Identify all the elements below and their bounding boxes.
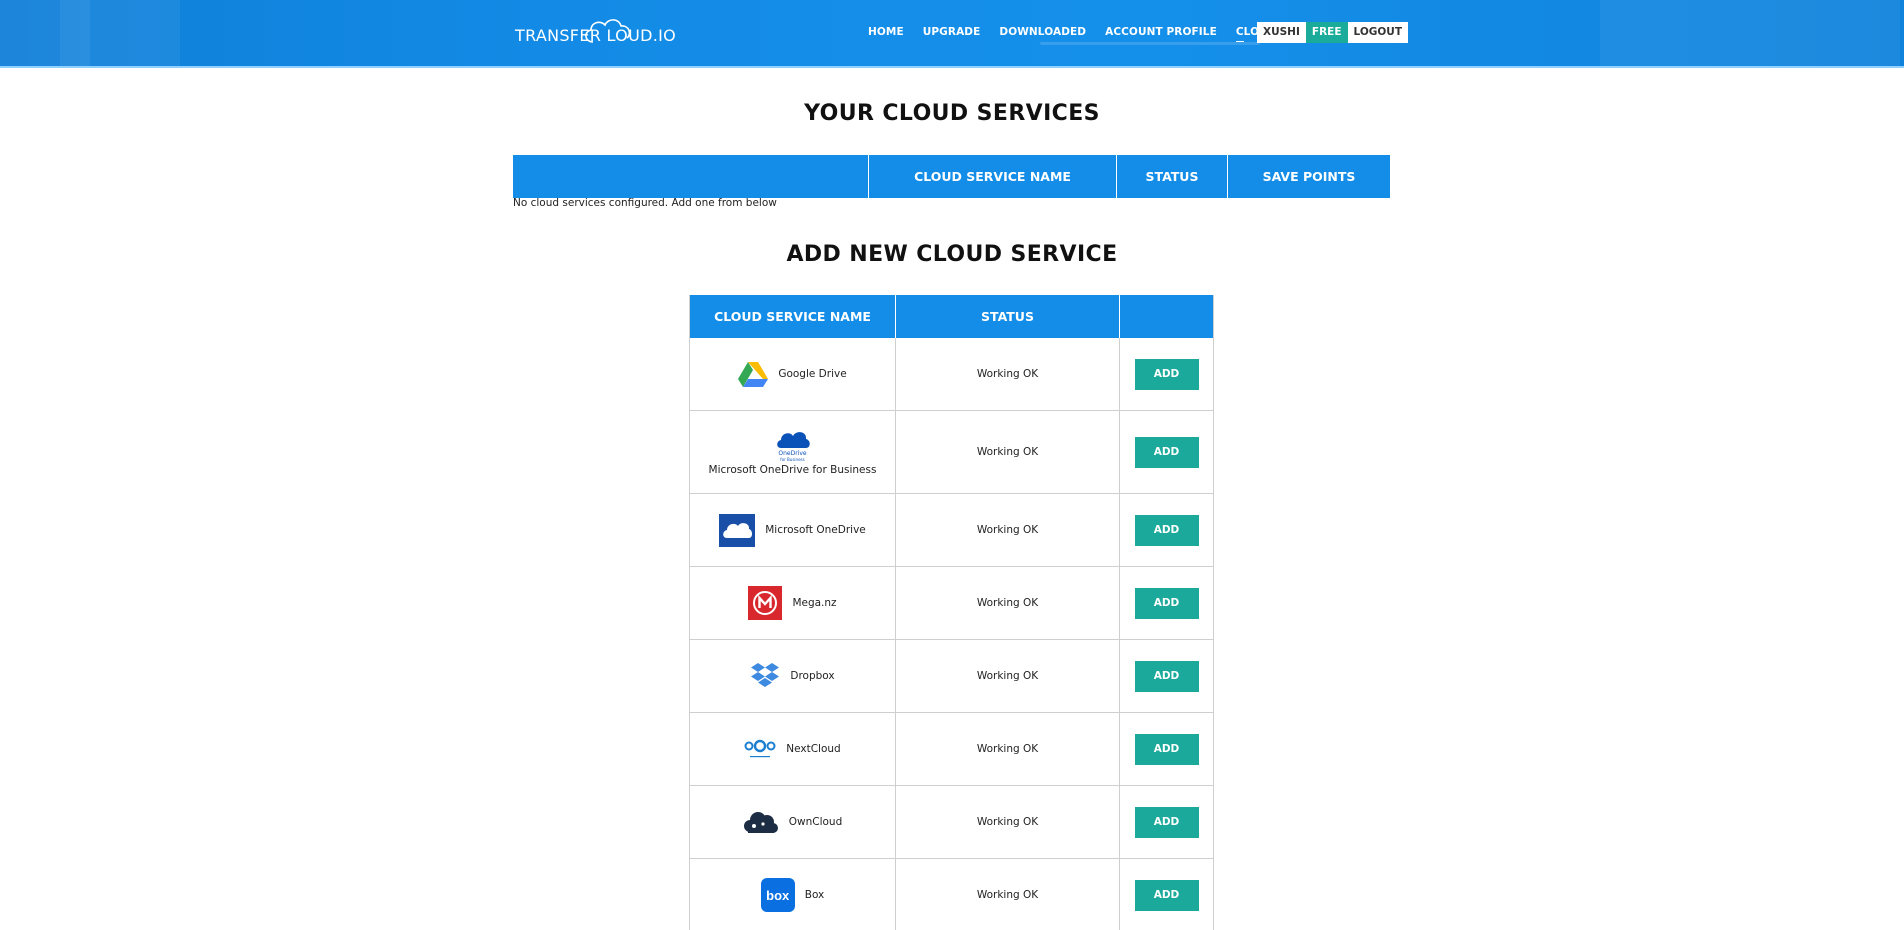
logo-text: TRANSFER LOUD.IO xyxy=(515,26,676,45)
nav-downloaded[interactable]: DOWNLOADED xyxy=(999,26,1086,38)
service-name: Mega.nz xyxy=(792,597,837,609)
service-action-cell: ADD xyxy=(1119,494,1213,566)
nav-underline-decoration xyxy=(1040,42,1260,45)
user-box: XUSHI FREE LOGOUT xyxy=(1257,22,1408,43)
dropbox-icon xyxy=(750,661,780,691)
service-name: Microsoft OneDrive xyxy=(765,524,866,536)
main-nav: HOME UPGRADE DOWNLOADED ACCOUNT PROFILE … xyxy=(868,26,1303,42)
service-name-cell: Dropbox xyxy=(690,640,895,712)
service-name-cell: NextCloud xyxy=(690,713,895,785)
add-google-drive-button[interactable]: ADD xyxy=(1134,358,1199,390)
service-name: Dropbox xyxy=(790,670,835,682)
service-row-onedrive: Microsoft OneDrive Working OK ADD xyxy=(690,494,1213,567)
logout-link[interactable]: LOGOUT xyxy=(1348,22,1408,43)
service-row-box: box Box Working OK ADD xyxy=(690,859,1213,930)
box-icon: box xyxy=(760,878,795,912)
service-action-cell: ADD xyxy=(1119,640,1213,712)
add-box-button[interactable]: ADD xyxy=(1134,879,1199,911)
column-header-action xyxy=(1119,295,1213,338)
onedrive-icon xyxy=(719,513,756,547)
add-mega-button[interactable]: ADD xyxy=(1134,587,1199,619)
add-cloud-service-title: ADD NEW CLOUD SERVICE xyxy=(786,242,1118,267)
your-cloud-services-title: YOUR CLOUD SERVICES xyxy=(804,101,1100,126)
column-header-save-points: SAVE POINTS xyxy=(1227,155,1390,198)
add-services-table: CLOUD SERVICE NAME STATUS Google Drive W… xyxy=(689,295,1214,930)
owncloud-icon xyxy=(743,810,779,834)
column-header-name: CLOUD SERVICE NAME xyxy=(868,155,1116,198)
service-name-cell: OneDrive for Business Microsoft OneDrive… xyxy=(690,411,895,493)
service-action-cell: ADD xyxy=(1119,859,1213,930)
header-decoration xyxy=(0,0,180,66)
add-onedrive-button[interactable]: ADD xyxy=(1134,514,1199,546)
service-status: Working OK xyxy=(976,670,1039,682)
service-action-cell: ADD xyxy=(1119,338,1213,410)
add-nextcloud-button[interactable]: ADD xyxy=(1134,733,1199,765)
box-icon-label: box xyxy=(766,887,790,903)
service-status-cell: Working OK xyxy=(895,859,1119,930)
service-name: Box xyxy=(804,889,825,901)
onedrive-subcaption: for Business xyxy=(780,457,805,462)
google-drive-icon xyxy=(738,361,769,387)
nextcloud-icon xyxy=(744,737,776,761)
mega-icon xyxy=(748,586,783,620)
service-row-mega: Mega.nz Working OK ADD xyxy=(690,567,1213,640)
username[interactable]: XUSHI xyxy=(1257,22,1306,43)
service-status-cell: Working OK xyxy=(895,494,1119,566)
service-row-nextcloud: NextCloud Working OK ADD xyxy=(690,713,1213,786)
service-status-cell: Working OK xyxy=(895,786,1119,858)
service-status: Working OK xyxy=(976,889,1039,901)
service-status-cell: Working OK xyxy=(895,338,1119,410)
nav-account-profile[interactable]: ACCOUNT PROFILE xyxy=(1105,26,1217,38)
nav-home[interactable]: HOME xyxy=(868,26,904,38)
onedrive-caption: OneDrive xyxy=(778,450,807,457)
column-header-name: CLOUD SERVICE NAME xyxy=(714,309,871,324)
top-header: TRANSFER LOUD.IO HOME UPGRADE DOWNLOADED… xyxy=(0,0,1904,68)
service-row-dropbox: Dropbox Working OK ADD xyxy=(690,640,1213,713)
service-name: Microsoft OneDrive for Business xyxy=(708,464,877,476)
service-name: NextCloud xyxy=(786,743,841,755)
header-decoration xyxy=(1600,0,1900,66)
service-status-cell: Working OK xyxy=(895,713,1119,785)
service-status-cell: Working OK xyxy=(895,411,1119,493)
onedrive-business-icon: OneDrive for Business xyxy=(775,428,811,462)
add-onedrive-business-button[interactable]: ADD xyxy=(1134,436,1199,468)
service-name-cell: OwnCloud xyxy=(690,786,895,858)
plan-badge[interactable]: FREE xyxy=(1305,22,1348,43)
service-name-cell: Mega.nz xyxy=(690,567,895,639)
service-action-cell: ADD xyxy=(1119,567,1213,639)
service-status: Working OK xyxy=(976,524,1039,536)
empty-services-message: No cloud services configured. Add one fr… xyxy=(513,197,777,209)
service-action-cell: ADD xyxy=(1119,713,1213,785)
your-services-table-header: CLOUD SERVICE NAME STATUS SAVE POINTS xyxy=(513,155,1390,198)
add-services-table-header: CLOUD SERVICE NAME STATUS xyxy=(690,295,1213,338)
service-action-cell: ADD xyxy=(1119,786,1213,858)
service-status: Working OK xyxy=(976,816,1039,828)
site-logo[interactable]: TRANSFER LOUD.IO xyxy=(515,12,676,48)
service-name-cell: Google Drive xyxy=(690,338,895,410)
service-status: Working OK xyxy=(976,446,1039,458)
service-row-onedrive-business: OneDrive for Business Microsoft OneDrive… xyxy=(690,411,1213,494)
service-status-cell: Working OK xyxy=(895,640,1119,712)
service-name-cell: box Box xyxy=(690,859,895,930)
service-name: OwnCloud xyxy=(788,816,843,828)
service-status: Working OK xyxy=(976,368,1039,380)
column-header-blank xyxy=(513,155,868,198)
column-header-status: STATUS xyxy=(895,295,1119,338)
service-row-owncloud: OwnCloud Working OK ADD xyxy=(690,786,1213,859)
service-status: Working OK xyxy=(976,743,1039,755)
header-decoration xyxy=(60,0,90,66)
add-dropbox-button[interactable]: ADD xyxy=(1134,660,1199,692)
service-action-cell: ADD xyxy=(1119,411,1213,493)
add-owncloud-button[interactable]: ADD xyxy=(1134,806,1199,838)
service-row-google-drive: Google Drive Working OK ADD xyxy=(690,338,1213,411)
service-status: Working OK xyxy=(976,597,1039,609)
service-name: Google Drive xyxy=(778,368,847,380)
service-status-cell: Working OK xyxy=(895,567,1119,639)
nav-upgrade[interactable]: UPGRADE xyxy=(923,26,981,38)
column-header-status: STATUS xyxy=(1116,155,1227,198)
service-name-cell: Microsoft OneDrive xyxy=(690,494,895,566)
